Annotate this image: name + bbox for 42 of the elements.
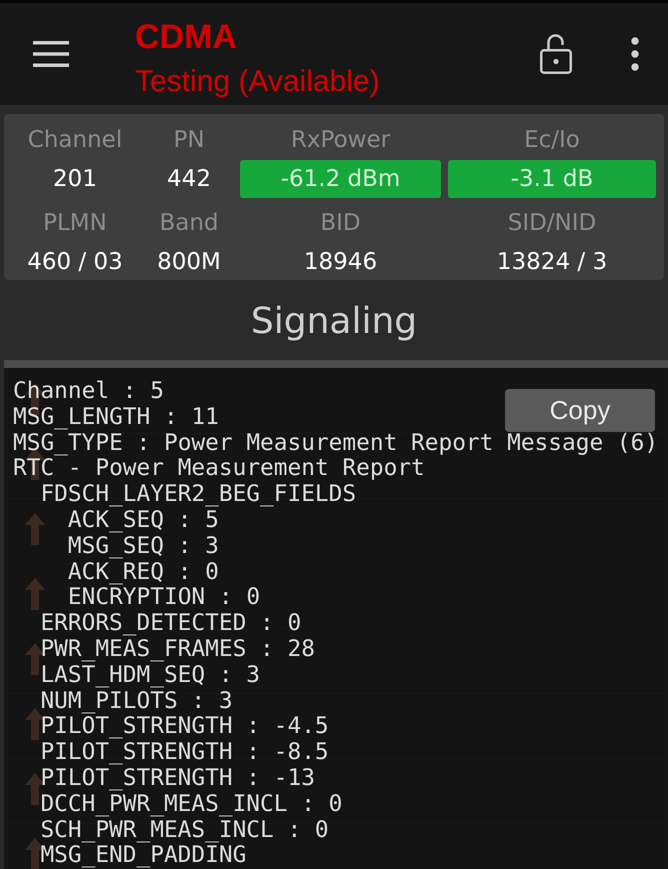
stat-value: 201: [53, 165, 97, 194]
stat-value: 800M: [157, 248, 221, 277]
copy-button[interactable]: Copy: [505, 389, 655, 432]
detail-line: PILOT_STRENGTH : -4.5: [40, 716, 329, 736]
more-options-icon[interactable]: [631, 37, 639, 71]
detail-line: SCH_PWR_MEAS_INCL : 0: [40, 820, 329, 840]
reading-badge: -61.2 dBm: [240, 160, 441, 198]
stat-label: RxPower: [290, 126, 390, 155]
detail-line: RTC - Power Measurement Report: [13, 458, 425, 478]
stat-value: 460 / 03: [27, 248, 123, 277]
section-title: Signaling: [250, 300, 418, 344]
detail-line: ACK_REQ : 0: [68, 562, 219, 582]
reading-badge: -3.1 dB: [448, 160, 656, 198]
detail-line: PILOT_STRENGTH : -8.5: [40, 742, 329, 762]
stat-label: SID/NID: [508, 209, 596, 238]
stat-label: Ec/Io: [524, 126, 580, 155]
detail-line: PILOT_STRENGTH : -13: [40, 768, 315, 788]
detail-line: ENCRYPTION : 0: [68, 587, 260, 608]
stat-label: Band: [159, 209, 219, 238]
detail-line: MSG_LENGTH : 11: [13, 406, 219, 427]
detail-line: ERRORS_DETECTED : 0: [40, 613, 302, 634]
detail-line: DCCH_PWR_MEAS_INCL : 0: [40, 794, 342, 814]
menu-icon[interactable]: [33, 40, 69, 68]
detail-line: NUM_PILOTS : 3: [40, 690, 233, 711]
detail-line: PWR_MEAS_FRAMES : 28: [40, 638, 315, 659]
detail-line: ACK_SEQ : 5: [68, 510, 219, 530]
detail-line: FDSCH_LAYER2_BEG_FIELDS: [40, 484, 356, 504]
unlocked-padlock-icon[interactable]: [540, 34, 572, 74]
stat-value: 442: [167, 165, 211, 194]
stat-label: PN: [173, 126, 205, 155]
detail-line: MSG_SEQ : 3: [68, 536, 219, 556]
status-subtitle: Testing (Available): [135, 64, 380, 100]
detail-line: MSG_TYPE : Power Measurement Report Message (6): [13, 432, 658, 453]
stat-label: Channel: [28, 126, 122, 155]
stat-label: BID: [320, 209, 361, 238]
detail-line: Channel : 5: [13, 381, 164, 401]
detail-line: MSG_END_PADDING: [40, 845, 246, 866]
stat-value: 18946: [304, 248, 378, 277]
network-title: CDMA: [135, 17, 237, 57]
detail-line: LAST_HDM_SEQ : 3: [40, 664, 260, 685]
stat-value: 13824 / 3: [496, 248, 608, 277]
stat-label: PLMN: [43, 209, 107, 238]
